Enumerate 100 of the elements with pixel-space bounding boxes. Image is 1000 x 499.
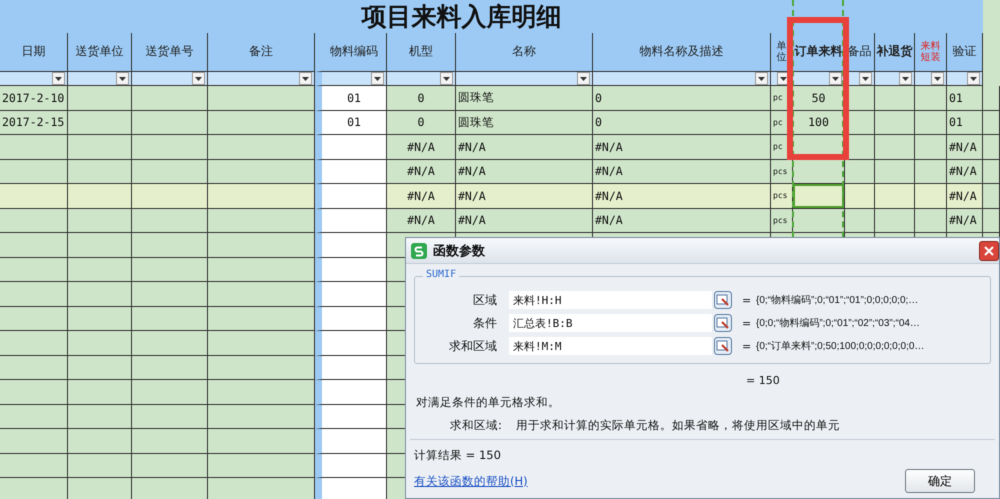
table-cell xyxy=(315,208,387,233)
table-cell xyxy=(983,160,1000,184)
caret-icon xyxy=(443,76,450,80)
column-header: 送货单号 xyxy=(132,33,208,72)
table-cell xyxy=(68,160,132,184)
table-cell: #N/A xyxy=(456,184,593,208)
table-cell: 0 xyxy=(387,110,456,135)
table-cell: 01 xyxy=(947,86,983,110)
equals-sign: = xyxy=(742,340,752,352)
function-name: SUMIF xyxy=(423,269,460,280)
column-header: 补退货 xyxy=(875,33,915,72)
table-cell xyxy=(0,404,68,429)
caret-icon xyxy=(970,76,977,80)
table-cell xyxy=(983,110,1000,135)
table-cell: 0 xyxy=(593,86,771,110)
column-header: 物料名称及描述 xyxy=(593,33,771,72)
argument-help-label: 求和区域: xyxy=(450,418,502,433)
caret-icon xyxy=(780,76,787,80)
table-cell xyxy=(315,258,387,282)
filter-button[interactable] xyxy=(967,72,980,85)
filter-button[interactable] xyxy=(829,72,842,85)
filter-button[interactable] xyxy=(899,72,912,85)
table-cell xyxy=(983,135,1000,160)
filter-button[interactable] xyxy=(931,72,944,85)
table-cell xyxy=(875,135,915,160)
table-cell xyxy=(0,356,68,380)
table-cell xyxy=(68,429,132,454)
table-cell: 01 xyxy=(315,110,387,135)
filter-button[interactable] xyxy=(299,72,312,85)
column-header: 送货单位 xyxy=(68,33,132,72)
table-cell: 0 xyxy=(387,86,456,110)
filter-button[interactable] xyxy=(859,72,872,85)
sheet-title: 项目来料入库明细 xyxy=(362,1,562,33)
filter-button[interactable] xyxy=(577,72,590,85)
table-cell xyxy=(315,233,387,258)
table-cell: #N/A xyxy=(456,208,593,233)
column-header: 订单来料 xyxy=(793,33,845,72)
caret-icon xyxy=(195,76,202,80)
range-select-icon[interactable] xyxy=(714,337,732,355)
table-cell xyxy=(845,160,875,184)
argument-field[interactable]: 汇总表!B:B xyxy=(509,314,712,332)
table-cell: pcs xyxy=(771,208,793,233)
filter-button[interactable] xyxy=(52,72,65,85)
caret-icon xyxy=(934,76,941,80)
argument-label: 条件 xyxy=(472,314,498,332)
table-cell xyxy=(0,282,68,306)
filter-button[interactable] xyxy=(192,72,205,85)
argument-help-text: 用于求和计算的实际单元格。如果省略，将使用区域中的单元 xyxy=(516,418,840,433)
table-cell: #N/A xyxy=(593,160,771,184)
argument-label: 求和区域 xyxy=(448,338,498,354)
table-cell xyxy=(68,208,132,233)
caret-icon xyxy=(580,76,587,80)
equals-sign: = xyxy=(742,294,752,306)
table-cell: pcs xyxy=(771,184,793,208)
table-cell xyxy=(315,135,387,160)
table-cell: #N/A xyxy=(947,184,983,208)
argument-field[interactable]: 来料!M:M xyxy=(509,337,712,355)
column-header: 来料短装 xyxy=(915,33,947,72)
caret-icon xyxy=(832,76,839,80)
filter-button[interactable] xyxy=(440,72,453,85)
column-header: 验证 xyxy=(947,33,983,72)
table-cell: #N/A xyxy=(456,160,593,184)
table-cell: #N/A xyxy=(456,135,593,160)
table-cell xyxy=(315,404,387,429)
table-cell: 100 xyxy=(793,110,845,135)
argument-field[interactable]: 来料!H:H xyxy=(509,291,712,309)
table-cell xyxy=(68,233,132,258)
formula-result: = 150 xyxy=(746,374,781,387)
table-cell: #N/A xyxy=(387,135,456,160)
range-select-icon[interactable] xyxy=(714,314,732,332)
table-cell xyxy=(983,184,1000,208)
table-cell xyxy=(315,160,387,184)
table-cell xyxy=(0,429,68,454)
table-cell: #N/A xyxy=(593,135,771,160)
help-link[interactable]: 有关该函数的帮助(H) xyxy=(414,474,528,488)
table-cell: #N/A xyxy=(387,208,456,233)
filter-button[interactable] xyxy=(755,72,768,85)
caret-icon xyxy=(302,76,309,80)
function-description: 对满足条件的单元格求和。 xyxy=(416,395,561,410)
table-cell xyxy=(0,160,68,184)
table-cell: pcs xyxy=(771,160,793,184)
table-cell xyxy=(68,404,132,429)
caret-icon xyxy=(119,76,126,80)
column-header: 备注 xyxy=(208,33,315,72)
table-cell xyxy=(68,110,132,135)
table-cell xyxy=(0,208,68,233)
range-select-icon[interactable] xyxy=(714,291,732,309)
filter-button[interactable] xyxy=(116,72,129,85)
table-cell xyxy=(68,306,132,331)
table-cell: 01 xyxy=(947,110,983,135)
argument-result: {0;“物料编码”;0;“01”;“01”;0;0;0;0;0;… xyxy=(756,294,918,307)
ok-button[interactable]: 确定 xyxy=(905,469,975,493)
caret-icon xyxy=(374,76,381,80)
column-header: 物料编码 xyxy=(315,33,387,72)
caret-icon xyxy=(902,76,909,80)
table-cell: 圆珠笔 xyxy=(456,110,593,135)
table-cell: 2017-2-10 xyxy=(0,86,68,110)
close-button[interactable] xyxy=(979,240,999,260)
filter-button[interactable] xyxy=(371,72,384,85)
table-cell xyxy=(0,454,68,478)
